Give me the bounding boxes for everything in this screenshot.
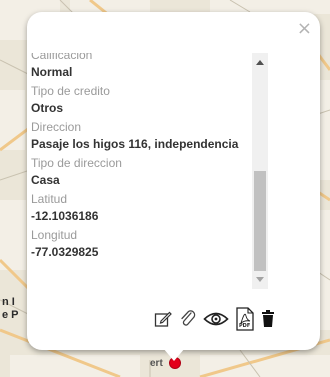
map-label: ert <box>150 358 163 369</box>
field-label: Tipo de direccion <box>31 156 122 170</box>
scroll-up-icon[interactable] <box>256 60 264 65</box>
close-button[interactable]: × <box>297 20 312 38</box>
trash-icon[interactable] <box>261 309 275 329</box>
field-value: Pasaje los higos 116, independencia <box>31 137 239 151</box>
field-label: Longitud <box>31 228 78 242</box>
field-value: Casa <box>31 173 60 187</box>
field-list: Calificacion Normal Tipo de credito Otros Di… <box>31 53 251 261</box>
field-value: Otros <box>31 101 64 115</box>
view-icon[interactable] <box>203 309 229 329</box>
field-row: Tipo de credito Otros <box>31 83 251 117</box>
field-row: Latitud -12.1036186 <box>31 191 251 225</box>
field-row: Longitud -77.0329825 <box>31 227 251 261</box>
attachment-icon[interactable] <box>179 309 197 329</box>
field-label: Calificacion <box>31 53 93 62</box>
field-label: Tipo de credito <box>31 84 110 98</box>
field-label: Latitud <box>31 192 68 206</box>
field-row: Direccion Pasaje los higos 116, independe… <box>31 119 251 153</box>
field-row: Calificacion Normal <box>31 53 251 81</box>
field-label: Direccion <box>31 120 82 134</box>
popup-content-scroll[interactable]: Calificacion Normal Tipo de credito Otros Di… <box>31 53 269 289</box>
field-value: -77.0329825 <box>31 245 99 259</box>
vertical-scrollbar[interactable] <box>252 53 268 289</box>
map-label: e P <box>2 309 19 321</box>
pdf-icon[interactable]: PDF <box>235 307 255 331</box>
field-value: Normal <box>31 65 73 79</box>
scroll-thumb[interactable] <box>254 171 266 271</box>
popup-tip <box>163 348 185 361</box>
pdf-badge-text: PDF <box>239 323 251 329</box>
action-bar: PDF <box>153 307 275 331</box>
map-label: n I <box>2 296 15 308</box>
edit-icon[interactable] <box>153 309 173 329</box>
field-value: -12.1036186 <box>31 209 99 223</box>
field-row: Tipo de direccion Casa <box>31 155 251 189</box>
scroll-down-icon[interactable] <box>256 277 264 282</box>
